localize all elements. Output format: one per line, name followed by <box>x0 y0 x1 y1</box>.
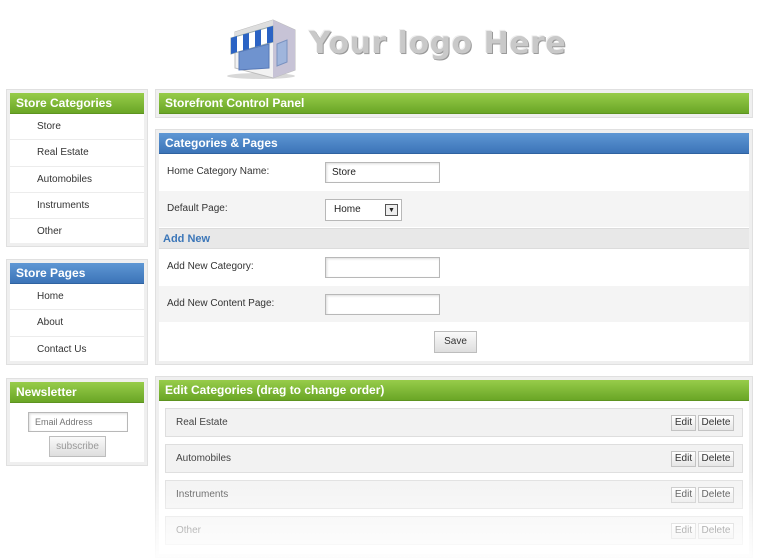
delete-button[interactable]: Delete <box>698 451 734 467</box>
category-item-other[interactable]: Other Edit Delete <box>165 516 743 545</box>
delete-button[interactable]: Delete <box>698 487 734 503</box>
sidebar-item-real-estate[interactable]: Real Estate <box>10 140 144 167</box>
edit-button[interactable]: Edit <box>671 451 696 467</box>
newsletter-email-input[interactable] <box>28 412 128 432</box>
category-label: Instruments <box>176 489 229 500</box>
logo-text: Your logo Here <box>309 26 567 61</box>
categories-pages-title: Categories & Pages <box>159 133 749 154</box>
home-category-input[interactable] <box>325 162 440 183</box>
delete-button[interactable]: Delete <box>698 523 734 539</box>
store-pages-title: Store Pages <box>10 263 144 284</box>
delete-button[interactable]: Delete <box>698 415 734 431</box>
default-page-value: Home <box>334 204 361 215</box>
edit-button[interactable]: Edit <box>671 523 696 539</box>
category-item-real-estate[interactable]: Real Estate Edit Delete <box>165 408 743 437</box>
store-categories-title: Store Categories <box>10 93 144 114</box>
edit-button[interactable]: Edit <box>671 415 696 431</box>
storefront-icon <box>221 12 299 80</box>
categories-pages-panel: Categories & Pages Home Category Name: D… <box>155 129 753 365</box>
default-page-row: Default Page: Home ▼ <box>159 191 749 228</box>
sidebar-item-about[interactable]: About <box>10 310 144 337</box>
home-category-row: Home Category Name: <box>159 154 749 191</box>
category-item-instruments[interactable]: Instruments Edit Delete <box>165 480 743 509</box>
category-label: Other <box>176 525 202 536</box>
chevron-down-icon: ▼ <box>385 204 398 216</box>
newsletter-title: Newsletter <box>10 382 144 403</box>
sidebar-item-instruments[interactable]: Instruments <box>10 193 144 220</box>
new-category-input[interactable] <box>325 257 440 278</box>
category-item-automobiles[interactable]: Automobiles Edit Delete <box>165 444 743 473</box>
store-pages-panel: Store Pages Home About Contact Us <box>6 259 148 365</box>
sidebar-item-contact-us[interactable]: Contact Us <box>10 337 144 363</box>
sidebar-item-automobiles[interactable]: Automobiles <box>10 167 144 193</box>
sidebar-item-store[interactable]: Store <box>10 114 144 141</box>
category-label: Automobiles <box>176 453 232 464</box>
new-category-row: Add New Category: <box>159 249 749 286</box>
add-new-subheader: Add New <box>159 228 749 249</box>
edit-categories-title: Edit Categories (drag to change order) <box>159 380 749 401</box>
edit-categories-panel: Edit Categories (drag to change order) R… <box>155 376 753 558</box>
store-categories-panel: Store Categories Store Real Estate Autom… <box>6 89 148 247</box>
newsletter-panel: Newsletter subscribe <box>6 378 148 466</box>
header: Your logo Here <box>0 0 760 85</box>
sidebar-item-other[interactable]: Other <box>10 219 144 245</box>
home-category-label: Home Category Name: <box>167 166 270 177</box>
subscribe-button[interactable]: subscribe <box>49 436 106 457</box>
new-page-row: Add New Content Page: <box>159 286 749 323</box>
edit-button[interactable]: Edit <box>671 487 696 503</box>
control-panel-title: Storefront Control Panel <box>159 93 749 114</box>
control-panel-header: Storefront Control Panel <box>155 89 753 118</box>
default-page-select[interactable]: Home ▼ <box>325 199 402 221</box>
save-button[interactable]: Save <box>434 331 477 353</box>
sidebar-item-home[interactable]: Home <box>10 284 144 311</box>
new-page-label: Add New Content Page: <box>167 298 275 309</box>
default-page-label: Default Page: <box>167 203 228 214</box>
new-page-input[interactable] <box>325 294 440 315</box>
new-category-label: Add New Category: <box>167 261 254 272</box>
category-label: Real Estate <box>176 417 228 428</box>
